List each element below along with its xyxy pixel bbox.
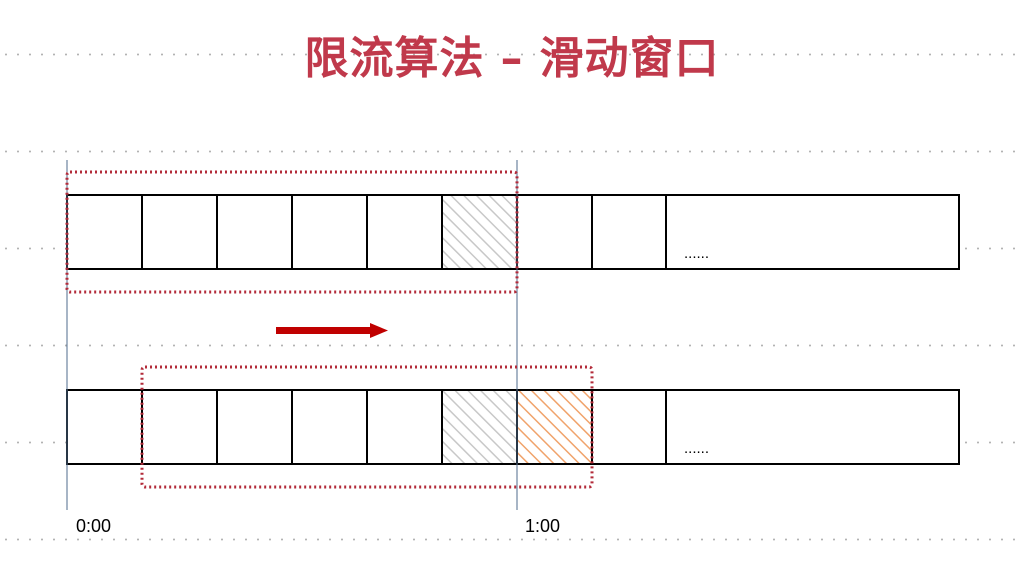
row-2-cell-6-hatched [441, 389, 518, 465]
row-1-cell-5 [366, 194, 443, 270]
slide-arrow-icon [276, 323, 388, 338]
row-2-ellipsis: ...... [684, 440, 709, 457]
row-2-cell-1 [66, 389, 143, 465]
row-2-cell-rest [665, 389, 960, 465]
row-2-cells: ...... [66, 389, 960, 465]
row-2-cell-7-hatched [516, 389, 593, 465]
row-1-cell-2 [141, 194, 218, 270]
time-label-end: 1:00 [525, 516, 561, 536]
row-1-cell-4 [291, 194, 368, 270]
row-1-cells: ...... [66, 194, 960, 270]
row-2-cell-5 [366, 389, 443, 465]
row-2-cell-2 [141, 389, 218, 465]
row-1-cell-1 [66, 194, 143, 270]
row-1-cell-3 [216, 194, 293, 270]
time-label-start: 0:00 [76, 516, 112, 536]
row-1-cell-8 [591, 194, 667, 270]
row-1-ellipsis: ...... [684, 245, 709, 262]
row-2-cell-4 [291, 389, 368, 465]
row-1-cell-rest [665, 194, 960, 270]
row-1-cell-6-hatched [441, 194, 518, 270]
row-2-cell-3 [216, 389, 293, 465]
sliding-window-diagram: ...... ...... [65, 160, 960, 510]
row-2-cell-8 [591, 389, 667, 465]
row-1-cell-7 [516, 194, 593, 270]
